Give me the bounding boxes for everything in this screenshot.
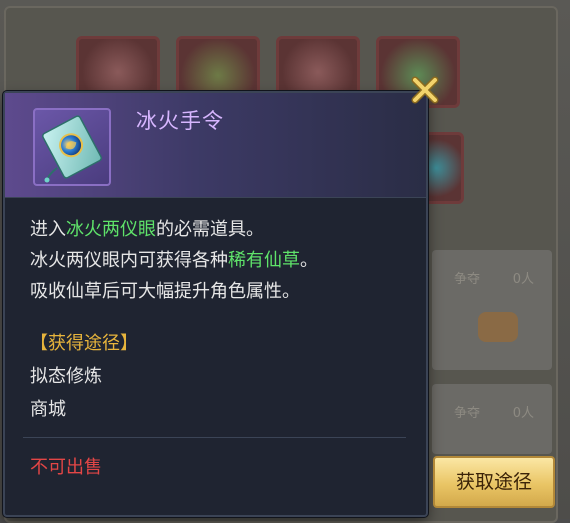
background-card-label: 争夺 [454,406,481,421]
description-line: 进入冰火两仪眼的必需道具。 [30,214,410,245]
description-highlight: 冰火两仪眼 [66,219,156,240]
description-line: 吸收仙草后可大幅提升角色属性。 [30,281,300,302]
obtain-route-button[interactable]: 获取途径 [433,456,555,508]
background-card-count: 0人 [512,406,534,421]
background-card-label: 争夺 [454,272,481,287]
background-card-count: 0人 [512,272,534,287]
source-list: 拟态修炼 商城 [30,360,102,426]
background-card: 争夺 0人 [432,250,552,370]
description-text: 。 [300,250,318,271]
description-text: 的必需道具。 [156,219,264,240]
source-section-title: 【获得途径】 [30,333,138,354]
item-name: 冰火手令 [136,109,224,133]
source-item: 拟态修炼 [30,366,102,387]
divider [23,437,406,438]
close-icon[interactable] [408,73,442,107]
description-line: 冰火两仪眼内可获得各种稀有仙草。 [30,245,410,276]
description-text: 冰火两仪眼内可获得各种 [30,250,228,271]
token-icon-graphic [42,115,102,183]
item-description: 进入冰火两仪眼的必需道具。 冰火两仪眼内可获得各种稀有仙草。 吸收仙草后可大幅提… [30,214,410,307]
not-sellable-label: 不可出售 [30,457,102,478]
item-tooltip: 冰火手令 进入冰火两仪眼的必需道具。 冰火两仪眼内可获得各种稀有仙草。 吸收仙草… [3,91,428,517]
close-icon-graphic [411,76,439,104]
token-icon [33,108,111,186]
description-text: 进入 [30,219,66,240]
source-item: 商城 [30,399,66,420]
chest-icon [478,312,518,342]
description-highlight: 稀有仙草 [228,250,300,271]
tooltip-header: 冰火手令 [5,93,426,198]
background-card: 争夺 0人 [432,384,552,454]
